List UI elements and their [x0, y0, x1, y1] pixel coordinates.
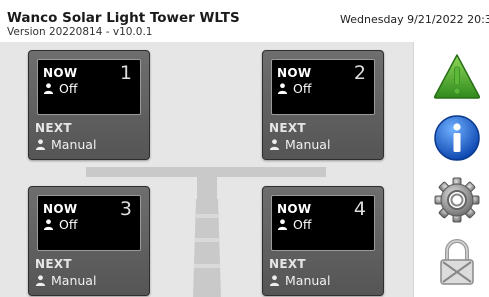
next-mode: Manual: [269, 273, 330, 288]
app-version: Version 20220814 - v10.0.1: [7, 26, 153, 38]
next-mode: Manual: [269, 137, 330, 152]
next-mode: Manual: [35, 273, 96, 288]
next-label: NEXT: [35, 257, 72, 271]
now-label: NOW: [277, 202, 312, 216]
now-display: NOW 1 Off: [37, 59, 141, 115]
now-status: Off: [277, 217, 311, 232]
now-status-text: Off: [59, 217, 78, 232]
sidebar: [413, 42, 489, 297]
header-bar: Wanco Solar Light Tower WLTS Version 202…: [0, 0, 489, 42]
person-icon: [35, 139, 46, 150]
lock-icon[interactable]: [433, 238, 481, 286]
info-icon[interactable]: [433, 114, 481, 162]
next-label: NEXT: [269, 121, 306, 135]
now-status: Off: [43, 81, 77, 96]
light-card-4[interactable]: NOW 4 Off NEXT Manual: [262, 186, 384, 296]
person-icon: [35, 275, 46, 286]
next-label: NEXT: [269, 257, 306, 271]
now-label: NOW: [43, 202, 78, 216]
light-number: 3: [119, 198, 132, 220]
light-number: 2: [353, 62, 366, 84]
light-card-1[interactable]: NOW 1 Off NEXT Manual: [28, 50, 150, 160]
now-label: NOW: [277, 66, 312, 80]
tower-crossbar: [86, 167, 326, 177]
next-mode: Manual: [35, 137, 96, 152]
person-icon: [43, 83, 54, 94]
settings-gear-icon[interactable]: [433, 176, 481, 224]
next-mode-text: Manual: [51, 273, 97, 288]
app-title: Wanco Solar Light Tower WLTS: [7, 10, 240, 26]
now-label: NOW: [43, 66, 78, 80]
person-icon: [43, 219, 54, 230]
now-status-text: Off: [59, 81, 78, 96]
person-icon: [277, 219, 288, 230]
now-status: Off: [43, 217, 77, 232]
next-mode-text: Manual: [285, 137, 331, 152]
tower-mast-head: [197, 177, 217, 199]
next-label: NEXT: [35, 121, 72, 135]
now-display: NOW 3 Off: [37, 195, 141, 251]
date-time: Wednesday 9/21/2022 20:32: [340, 13, 489, 26]
light-number: 4: [353, 198, 366, 220]
now-status-text: Off: [293, 217, 312, 232]
now-status-text: Off: [293, 81, 312, 96]
now-display: NOW 4 Off: [271, 195, 375, 251]
person-icon: [277, 83, 288, 94]
tower-panel: NOW 1 Off NEXT Manual NOW 2 Off NEXT Man…: [0, 42, 413, 297]
light-number: 1: [119, 62, 132, 84]
now-display: NOW 2 Off: [271, 59, 375, 115]
person-icon: [269, 275, 280, 286]
now-status: Off: [277, 81, 311, 96]
next-mode-text: Manual: [51, 137, 97, 152]
tower-mast: [193, 199, 221, 297]
person-icon: [269, 139, 280, 150]
light-card-2[interactable]: NOW 2 Off NEXT Manual: [262, 50, 384, 160]
next-mode-text: Manual: [285, 273, 331, 288]
warning-icon[interactable]: [433, 52, 481, 100]
light-card-3[interactable]: NOW 3 Off NEXT Manual: [28, 186, 150, 296]
